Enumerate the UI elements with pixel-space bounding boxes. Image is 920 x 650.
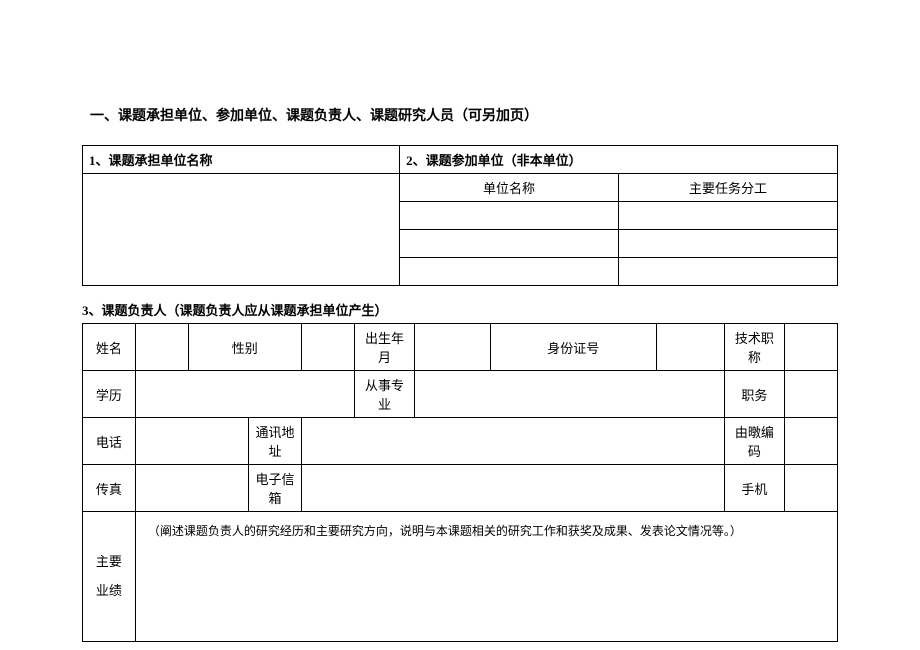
field-major-label: 从事专业 [354, 371, 414, 418]
field-gender-value [301, 324, 354, 371]
section1-label: 1、课题承担单位名称 [83, 146, 400, 174]
field-idno-value [656, 324, 724, 371]
field-name-value [135, 324, 188, 371]
field-mainperf-label: 主要 业绩 [83, 512, 136, 642]
participating-unit-2-task [619, 230, 838, 258]
section-1-2-table: 1、课题承担单位名称 2、课题参加单位（非本单位） 单位名称 主要任务分工 [82, 145, 838, 286]
participating-unit-1-task [619, 202, 838, 230]
field-phone-value [135, 418, 248, 465]
field-mobile-value [785, 465, 838, 512]
field-address-label: 通讯地址 [249, 418, 302, 465]
field-postcode-label: 由暾编码 [724, 418, 784, 465]
section3-table: 姓名 性别 出生年月 身份证号 技术职称 学历 从事专业 职务 电话 通讯地址 … [82, 323, 838, 642]
field-birth-label: 出生年月 [354, 324, 414, 371]
field-techtitle-value [785, 324, 838, 371]
section3-label: 3、课题负责人（课题负责人应从课题承担单位产生） [82, 300, 838, 319]
col-unit-name: 单位名称 [400, 174, 619, 202]
participating-unit-3-task [619, 258, 838, 286]
field-name-label: 姓名 [83, 324, 136, 371]
field-achievements-hint: （阐述课题负责人的研究经历和主要研究方向，说明与本课题相关的研究工作和获奖及成果… [135, 512, 837, 642]
field-major-value [415, 371, 725, 418]
participating-unit-2-name [400, 230, 619, 258]
field-techtitle-label: 技术职称 [724, 324, 784, 371]
field-birth-value [415, 324, 491, 371]
field-email-label: 电子信箱 [249, 465, 302, 512]
field-fax-label: 传真 [83, 465, 136, 512]
participating-unit-3-name [400, 258, 619, 286]
field-gender-label: 性别 [188, 324, 301, 371]
field-address-value [301, 418, 724, 465]
participating-unit-1-name [400, 202, 619, 230]
undertaking-unit-cell [83, 174, 400, 286]
field-postcode-value [785, 418, 838, 465]
col-main-task: 主要任务分工 [619, 174, 838, 202]
field-position-label: 职务 [724, 371, 784, 418]
field-education-value [135, 371, 354, 418]
field-email-value [301, 465, 724, 512]
field-education-label: 学历 [83, 371, 136, 418]
field-fax-value [135, 465, 248, 512]
field-mobile-label: 手机 [724, 465, 784, 512]
field-position-value [785, 371, 838, 418]
field-idno-label: 身份证号 [490, 324, 656, 371]
section2-label: 2、课题参加单位（非本单位） [400, 146, 838, 174]
section-title: 一、课题承担单位、参加单位、课题负责人、课题研究人员（可另加页） [82, 105, 838, 125]
field-phone-label: 电话 [83, 418, 136, 465]
